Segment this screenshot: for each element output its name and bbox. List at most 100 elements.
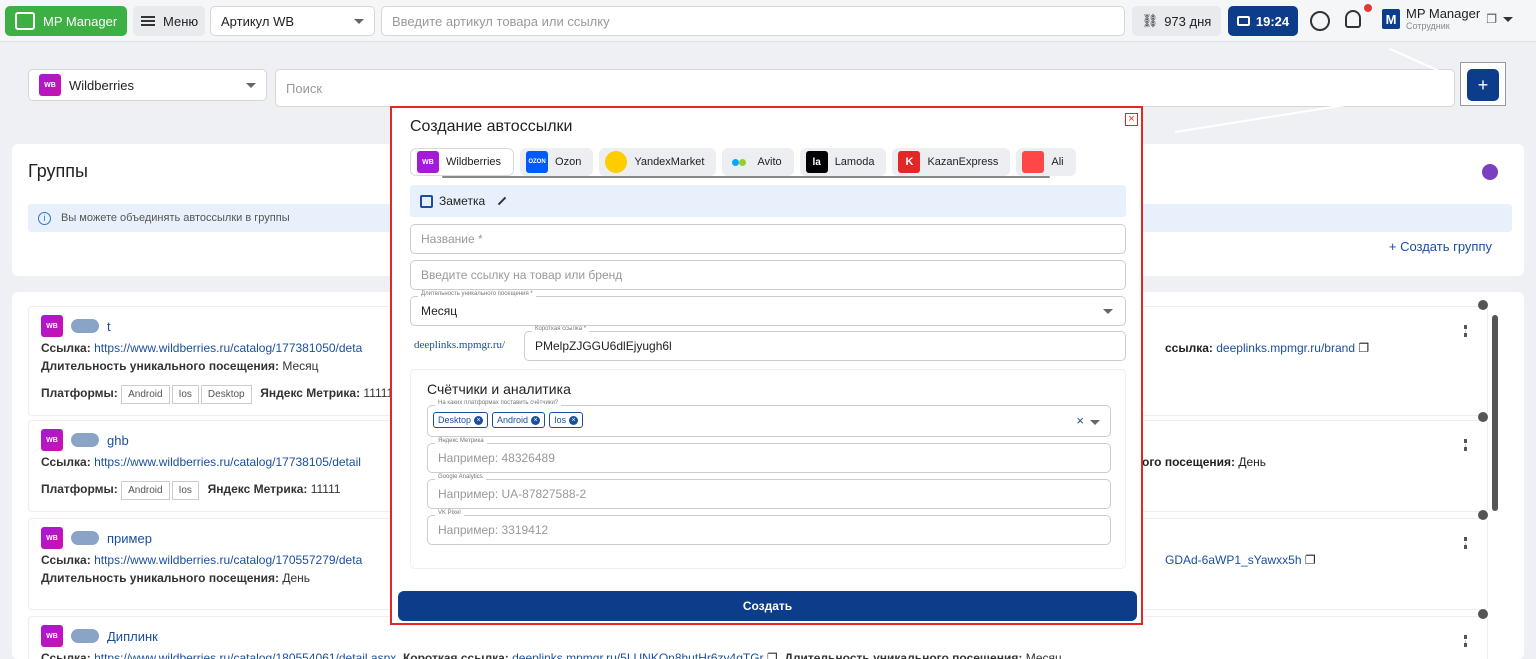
add-autolink-button[interactable]: +: [1467, 69, 1499, 101]
platform-chip: Ios: [171, 481, 199, 500]
short-value[interactable]: deeplinks.mpmgr.ru/5LUNKOn8hutHr6zy4qTGr: [512, 651, 763, 659]
tab-lamoda[interactable]: la Lamoda: [799, 148, 887, 176]
tab-label: Ozon: [555, 156, 582, 168]
platform-chip: Android: [121, 481, 170, 500]
link-value[interactable]: https://www.wildberries.ru/catalog/18055…: [94, 651, 396, 659]
link-value[interactable]: https://www.wildberries.ru/catalog/17738…: [94, 455, 361, 469]
groups-title: Группы: [28, 161, 88, 181]
short-label: ссылка:: [1165, 341, 1213, 355]
tab-label: Ali: [1051, 156, 1064, 168]
tab-avito[interactable]: Avito: [722, 148, 794, 176]
duration-value: Месяц: [421, 304, 458, 318]
remove-icon[interactable]: [1478, 510, 1488, 520]
wb-badge: WB: [41, 315, 63, 337]
more-icon[interactable]: [1464, 439, 1467, 451]
top-bar: MP Manager Меню Артикул WB Введите артик…: [0, 0, 1536, 42]
more-icon[interactable]: [1464, 537, 1467, 549]
smiley-icon[interactable]: [1310, 11, 1330, 31]
page-scrollbar[interactable]: [1492, 315, 1498, 511]
platform-tag[interactable]: Ios ×: [549, 412, 584, 428]
note-bar[interactable]: Заметка: [410, 185, 1126, 217]
tab-ali[interactable]: Ali: [1016, 148, 1076, 176]
short-link-input[interactable]: PMelpZJGGU6dlEjyugh6l: [524, 331, 1126, 361]
copy-icon[interactable]: ❐: [1358, 341, 1369, 355]
chevron-down-icon: [354, 18, 364, 24]
tab-label: YandexMarket: [634, 156, 705, 168]
active-toggle[interactable]: [71, 531, 99, 545]
link-value[interactable]: https://www.wildberries.ru/catalog/17055…: [94, 553, 362, 567]
row-head: WB t: [41, 315, 111, 337]
tab-label: Wildberries: [446, 156, 502, 168]
remove-icon[interactable]: [1478, 609, 1488, 619]
metrika-value: 11111: [310, 482, 341, 496]
modal-title: Создание автоссылки: [410, 118, 573, 135]
tabs-scrollbar[interactable]: [442, 176, 1050, 178]
google-analytics-input[interactable]: Например: UA-87827588-2: [427, 479, 1111, 509]
menu-button[interactable]: Меню: [133, 6, 205, 36]
row-link: Ссылка: https://www.wildberries.ru/catal…: [41, 553, 362, 567]
duration-value: День: [1238, 455, 1267, 469]
marketplace-select[interactable]: WB Wildberries: [28, 69, 267, 101]
bell-icon[interactable]: [1345, 10, 1361, 28]
tab-ozon[interactable]: OZON Ozon: [520, 148, 594, 176]
remove-tag-icon[interactable]: ×: [474, 415, 484, 425]
tab-yandexmarket[interactable]: YandexMarket: [599, 148, 717, 176]
links-search-input[interactable]: Поиск: [275, 69, 1455, 107]
row-duration: Длительность уникального посещения: День: [41, 571, 310, 585]
vk-pixel-input[interactable]: Например: 3319412: [427, 515, 1111, 545]
link-value[interactable]: https://www.wildberries.ru/catalog/17738…: [94, 341, 362, 355]
tab-wildberries[interactable]: WB Wildberries: [410, 148, 515, 176]
tag-label: Desktop: [438, 415, 472, 425]
platform-tags: Desktop × Android × Ios ×: [433, 412, 584, 428]
tab-label: Avito: [757, 156, 782, 168]
copy-icon[interactable]: ❐: [767, 651, 778, 659]
duration-label: Длительность уникального посещения *: [418, 291, 536, 297]
subscription-days[interactable]: ⛓ 973 дня: [1132, 6, 1221, 36]
counters-section: Счётчики и аналитика Desktop × Android × I…: [410, 369, 1126, 569]
row-name[interactable]: t: [107, 319, 111, 334]
google-analytics-label: Google Analytics: [435, 474, 486, 480]
active-toggle[interactable]: [71, 629, 99, 643]
active-toggle[interactable]: [71, 433, 99, 447]
short-value[interactable]: GDAd-6aWP1_sYawxx5h: [1165, 553, 1302, 567]
platforms-multiselect[interactable]: Desktop × Android × Ios × ×: [427, 405, 1111, 437]
more-icon[interactable]: [1464, 635, 1467, 647]
time-button[interactable]: 19:24: [1228, 6, 1298, 36]
chevron-down-icon: [1502, 16, 1513, 22]
marketplace-value: Wildberries: [69, 77, 135, 93]
user-menu[interactable]: M MP Manager Сотрудник ❐: [1382, 7, 1513, 31]
platform-tag[interactable]: Desktop ×: [433, 412, 489, 428]
row-name[interactable]: пример: [107, 531, 152, 546]
tab-kazanexpress[interactable]: K KazanExpress: [892, 148, 1011, 176]
yandex-metrika-input[interactable]: Например: 48326489: [427, 443, 1111, 473]
logo-button[interactable]: MP Manager: [5, 6, 127, 36]
remove-tag-icon[interactable]: ×: [531, 415, 541, 425]
name-input[interactable]: Название *: [410, 224, 1126, 254]
article-search-input[interactable]: Введите артикул товара или ссылку: [381, 6, 1125, 36]
duration-select[interactable]: Месяц: [410, 296, 1126, 326]
platform-tag[interactable]: Android ×: [492, 412, 546, 428]
calendar-icon: [420, 194, 433, 208]
clear-icon[interactable]: ×: [1076, 413, 1084, 428]
product-link-input[interactable]: Введите ссылку на товар или бренд: [410, 260, 1126, 290]
article-type-select[interactable]: Артикул WB: [210, 6, 375, 36]
copy-icon[interactable]: ❐: [1486, 12, 1497, 26]
row-name[interactable]: Диплинк: [107, 629, 158, 644]
row-link: Ссылка: https://www.wildberries.ru/catal…: [41, 341, 362, 355]
more-icon[interactable]: [1464, 325, 1467, 337]
short-link-label: Короткая ссылка *: [532, 326, 590, 332]
remove-icon[interactable]: [1478, 300, 1488, 310]
active-toggle[interactable]: [71, 319, 99, 333]
close-icon[interactable]: ×: [1125, 113, 1138, 126]
create-group-button[interactable]: + Создать группу: [1389, 239, 1492, 254]
remove-tag-icon[interactable]: ×: [569, 415, 579, 425]
create-button[interactable]: Создать: [398, 591, 1137, 621]
logo-icon: [15, 12, 35, 30]
pencil-icon[interactable]: [497, 196, 507, 206]
tab-label: KazanExpress: [927, 156, 999, 168]
row-name[interactable]: ghb: [107, 433, 129, 448]
collapse-icon[interactable]: [1482, 164, 1498, 180]
copy-icon[interactable]: ❐: [1305, 553, 1316, 567]
remove-icon[interactable]: [1478, 412, 1488, 422]
short-value[interactable]: deeplinks.mpmgr.ru/brand: [1216, 341, 1355, 355]
